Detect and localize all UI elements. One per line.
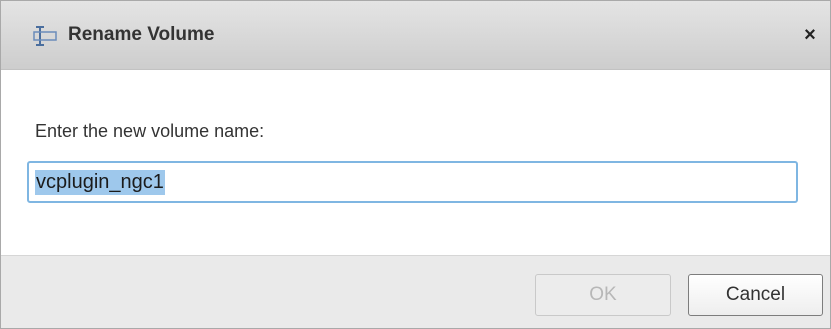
volume-name-prompt: Enter the new volume name: <box>35 121 265 141</box>
dialog-title: Rename Volume <box>68 24 215 45</box>
close-icon[interactable]: × <box>798 23 822 47</box>
volume-name-value: vcplugin_ngc1 <box>35 169 165 195</box>
ok-button[interactable]: OK <box>535 274 671 316</box>
dialog-footer: OK Cancel <box>1 255 830 328</box>
volume-name-input[interactable]: vcplugin_ngc1 <box>27 161 798 203</box>
rename-volume-dialog: Rename Volume × Enter the new volume nam… <box>0 0 831 329</box>
rename-icon <box>31 25 59 47</box>
dialog-titlebar: Rename Volume × <box>1 1 830 70</box>
cancel-button[interactable]: Cancel <box>688 274 823 316</box>
